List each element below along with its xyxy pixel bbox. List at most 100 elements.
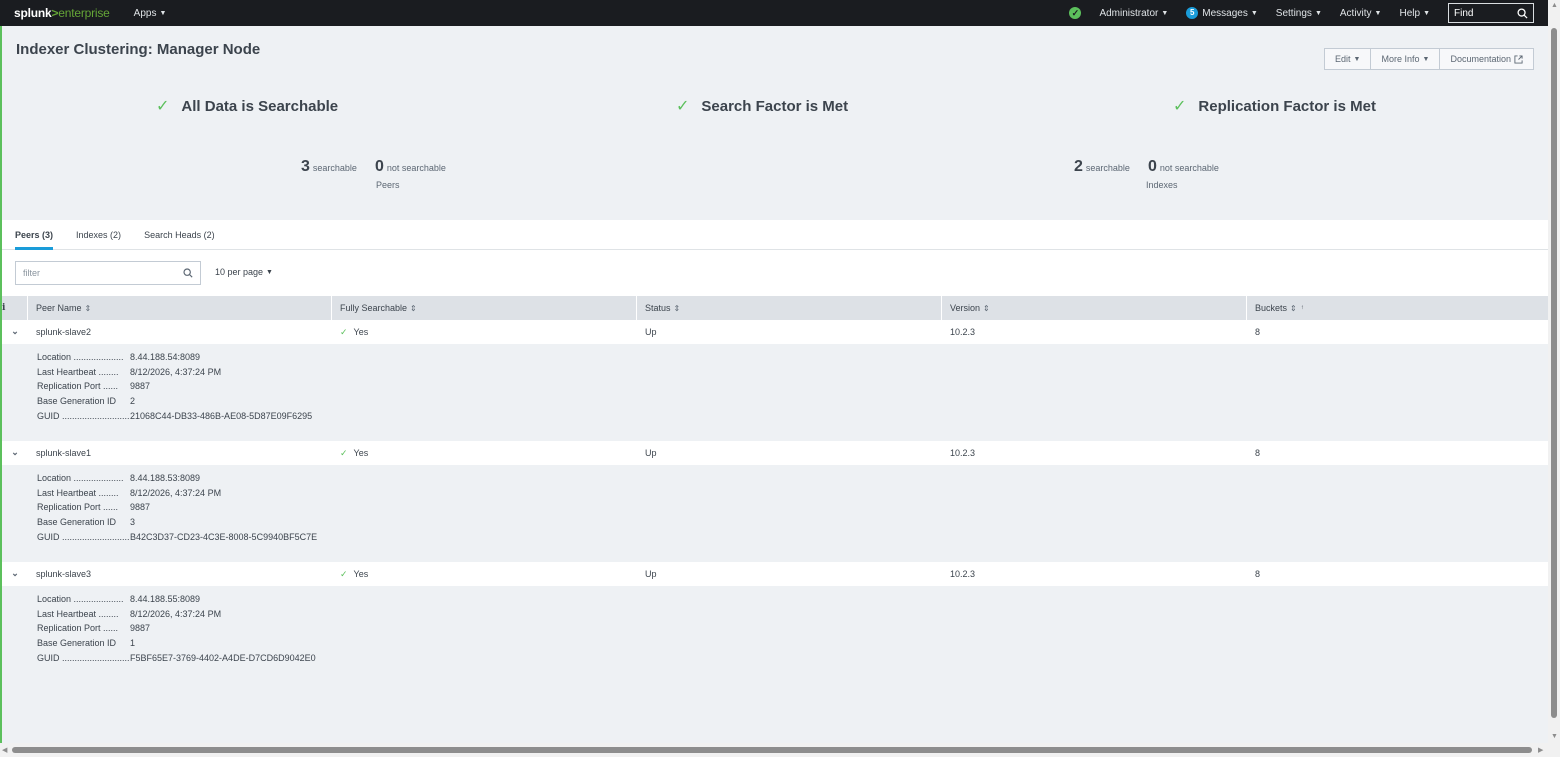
user-menu[interactable]: Administrator ▼	[1099, 8, 1168, 19]
per-page-dropdown[interactable]: 10 per page ▼	[215, 267, 273, 277]
header-label: Version	[950, 303, 981, 313]
detail-label: Replication Port ......	[37, 381, 119, 392]
expand-chevron-icon[interactable]: ⌄	[2, 448, 28, 458]
detail-label: Location ....................	[37, 473, 124, 483]
vertical-scroll-thumb[interactable]	[1551, 28, 1557, 718]
chevron-down-icon: ▼	[1161, 9, 1169, 17]
buckets-column-header[interactable]: Buckets ⇕ ↑	[1247, 296, 1548, 320]
count-value: 0	[374, 158, 384, 175]
detail-label: Last Heartbeat ........	[37, 608, 119, 619]
expand-chevron-icon[interactable]: ⌄	[2, 569, 28, 579]
find-input[interactable]: Find	[1448, 3, 1534, 23]
detail-replication-port: Replication Port ...... 9887	[37, 379, 1548, 394]
indexes-searchable-count: 2 searchable	[1074, 158, 1148, 176]
search-factor-label: Search Factor is Met	[701, 97, 849, 115]
splunk-logo[interactable]: splunk>enterprise	[14, 6, 110, 20]
messages-menu[interactable]: 5 Messages ▼	[1186, 7, 1258, 19]
detail-label: Replication Port ......	[37, 623, 119, 634]
peer-name-column-header[interactable]: Peer Name ⇕	[28, 296, 332, 320]
activity-menu[interactable]: Activity ▼	[1340, 8, 1382, 19]
scroll-up-arrow-icon[interactable]: ▲	[1551, 2, 1558, 9]
nav-right: ✓ Administrator ▼ 5 Messages ▼ Settings ▼ A…	[1051, 0, 1534, 26]
filter-placeholder: filter	[23, 268, 41, 278]
horizontal-scrollbar[interactable]: ◀ ▶	[0, 743, 1548, 757]
peers-caption: Peers	[376, 180, 400, 190]
documentation-button[interactable]: Documentation	[1439, 48, 1534, 70]
detail-location: Location .................... 8.44.188.54…	[37, 350, 1548, 365]
peers-searchable-count: 3 searchable	[301, 158, 375, 176]
detail-label: Base Generation ID	[37, 638, 117, 649]
count-value: 0	[1147, 158, 1157, 175]
scroll-down-arrow-icon[interactable]: ▼	[1551, 733, 1558, 740]
header-label: Buckets	[1255, 303, 1288, 313]
version-column-header[interactable]: Version ⇕	[942, 296, 1247, 320]
chevron-down-icon: ▼	[266, 269, 273, 276]
sort-icon: ⇕	[84, 303, 92, 313]
indexes-not-searchable-count: 0 not searchable	[1148, 158, 1237, 176]
manager-node-page: Indexer Clustering: Manager Node Edit ▼ M…	[0, 26, 1548, 743]
edit-label: Edit	[1335, 54, 1351, 64]
top-nav-bar: splunk>enterprise Apps ▼ ✓ Administrator ▼…	[0, 0, 1548, 26]
page-title: Indexer Clustering: Manager Node	[16, 41, 261, 58]
more-info-button[interactable]: More Info ▼	[1370, 48, 1441, 70]
search-icon	[183, 268, 193, 278]
table-row[interactable]: ⌄ splunk-slave3 ✓ Yes Up 10.2.3 8	[2, 562, 1548, 586]
detail-value: 8/12/2026, 4:37:24 PM	[130, 487, 222, 498]
vertical-scrollbar[interactable]: ▲ ▼	[1548, 0, 1560, 757]
fully-searchable-value: Yes	[353, 448, 369, 458]
all-data-searchable-status: ✓ All Data is Searchable	[156, 96, 338, 116]
detail-label: Location ....................	[37, 352, 124, 362]
fully-searchable-value: Yes	[353, 327, 369, 337]
brand-main: splunk	[14, 6, 52, 20]
count-label: not searchable	[386, 163, 446, 173]
header-button-group: Edit ▼ More Info ▼ Documentation	[1324, 48, 1534, 70]
fully-searchable-value: Yes	[353, 569, 369, 579]
detail-label: GUID ...........................	[37, 531, 130, 542]
filter-area: filter 10 per page ▼	[2, 250, 1548, 296]
detail-guid: GUID ........................... F5BF65E7…	[37, 651, 1548, 666]
sort-icon: ⇕	[983, 303, 990, 313]
tabs-bar: Peers (3) Indexes (2) Search Heads (2)	[2, 220, 1548, 250]
detail-replication-port: Replication Port ...... 9887	[37, 621, 1548, 636]
detail-value: 1	[130, 638, 136, 649]
search-icon[interactable]	[1517, 7, 1528, 19]
status-cell: Up	[645, 569, 657, 579]
fully-searchable-column-header[interactable]: Fully Searchable ⇕	[332, 296, 637, 320]
edit-button[interactable]: Edit ▼	[1324, 48, 1372, 70]
detail-label: Location ....................	[37, 594, 124, 604]
chevron-down-icon: ▼	[1314, 9, 1322, 17]
count-value: 2	[1074, 158, 1083, 175]
settings-menu[interactable]: Settings ▼	[1276, 8, 1322, 19]
detail-guid: GUID ........................... 21068C44…	[37, 409, 1548, 424]
header-label: Peer Name	[36, 303, 82, 313]
health-status[interactable]: ✓	[1069, 7, 1082, 19]
table-row[interactable]: ⌄ splunk-slave2 ✓ Yes Up 10.2.3 8	[2, 320, 1548, 344]
detail-value: 8.44.188.55:8089	[130, 594, 201, 604]
fully-searchable-cell: ✓ Yes	[332, 569, 637, 580]
scroll-left-arrow-icon[interactable]: ◀	[2, 746, 7, 754]
table-row[interactable]: ⌄ splunk-slave1 ✓ Yes Up 10.2.3 8	[2, 441, 1548, 465]
status-cell: Up	[645, 327, 657, 337]
header-label: Fully Searchable	[340, 303, 408, 313]
detail-label: Last Heartbeat ........	[37, 366, 119, 377]
peers-not-searchable-count: 0 not searchable	[375, 158, 464, 176]
indexes-summary: 2 searchable 0 not searchable Indexes	[1074, 158, 1237, 190]
activity-label: Activity	[1339, 7, 1372, 19]
detail-base-generation: Base Generation ID 1	[37, 636, 1548, 651]
searchable-status-label: All Data is Searchable	[181, 97, 339, 115]
sort-icon: ⇕	[673, 303, 681, 313]
help-menu[interactable]: Help ▼	[1399, 8, 1430, 19]
apps-menu[interactable]: Apps ▼	[134, 8, 167, 19]
check-icon: ✓	[1173, 98, 1187, 115]
peer-name-cell: splunk-slave2	[36, 327, 92, 337]
filter-input[interactable]: filter	[15, 261, 201, 285]
tab-search-heads[interactable]: Search Heads (2)	[144, 220, 215, 250]
chevron-down-icon: ▼	[1423, 9, 1430, 17]
scroll-right-arrow-icon[interactable]: ▶	[1538, 746, 1543, 754]
status-column-header[interactable]: Status ⇕	[637, 296, 942, 320]
horizontal-scroll-thumb[interactable]	[12, 747, 1532, 753]
detail-label: GUID ...........................	[37, 410, 130, 421]
tab-peers[interactable]: Peers (3)	[15, 220, 54, 250]
expand-chevron-icon[interactable]: ⌄	[2, 327, 28, 337]
tab-indexes[interactable]: Indexes (2)	[76, 220, 121, 250]
